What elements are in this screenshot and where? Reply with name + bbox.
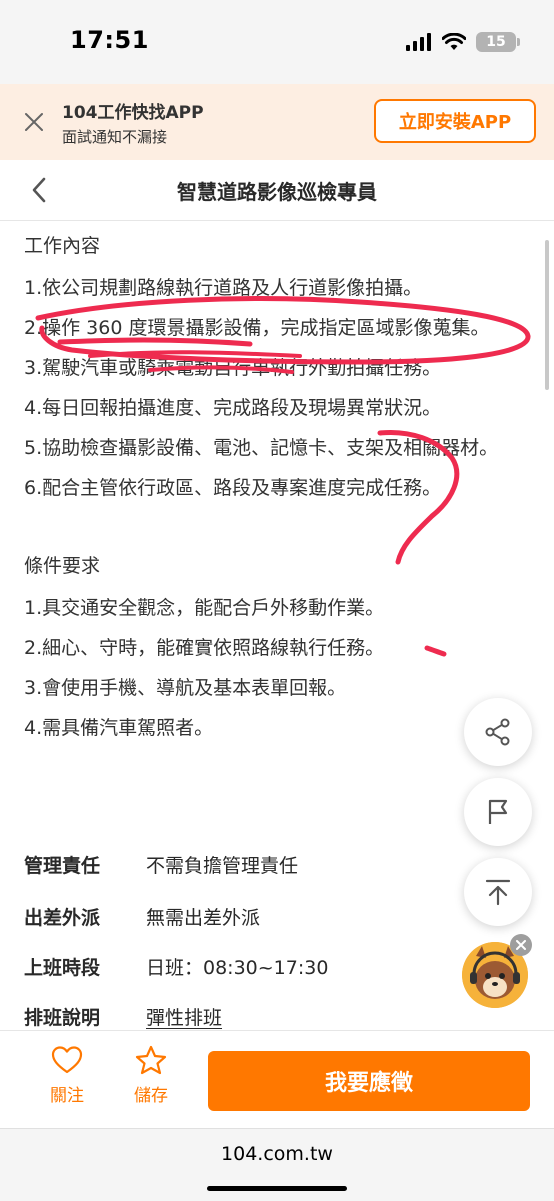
- banner-title: 104工作快找APP: [62, 103, 204, 123]
- job-content-item: 1.依公司規劃路線執行道路及人行道影像拍攝。: [24, 277, 423, 299]
- arrow-up-icon: [485, 879, 511, 906]
- detail-label: 排班說明: [24, 1006, 101, 1029]
- follow-button[interactable]: 關注: [37, 1045, 97, 1106]
- schedule-link[interactable]: 彈性排班: [146, 1003, 222, 1030]
- status-bar: 17:51 15: [0, 0, 554, 84]
- signal-icon: [406, 33, 431, 51]
- requirement-item: 1.具交通安全觀念，能配合戶外移動作業。: [24, 597, 385, 619]
- mascot-close-button[interactable]: [510, 934, 532, 956]
- close-icon[interactable]: [22, 110, 46, 134]
- detail-row-management: 管理責任 不需負擔管理責任: [24, 844, 298, 884]
- requirement-item: 4.需具備汽車駕照者。: [24, 717, 214, 739]
- job-content-item: 3.駕駛汽車或騎乘電動自行車執行外勤拍攝任務。: [24, 357, 442, 379]
- job-content-item: 2.操作 360 度環景攝影設備，完成指定區域影像蒐集。: [24, 317, 490, 339]
- app-install-banner: 104工作快找APP 面試通知不漏接 立即安裝APP: [0, 84, 554, 160]
- scroll-top-button[interactable]: [464, 858, 532, 926]
- detail-value: 不需負擔管理責任: [146, 854, 299, 877]
- detail-value: 日班：08:30~17:30: [146, 956, 329, 979]
- follow-label: 關注: [50, 1086, 84, 1106]
- bottom-action-bar: 關注 儲存 我要應徵: [0, 1030, 554, 1129]
- url-text: 104.com.tw: [221, 1143, 333, 1165]
- requirement-item: 3.會使用手機、導航及基本表單回報。: [24, 677, 347, 699]
- home-indicator: [207, 1186, 347, 1191]
- job-description: 工作內容 1.依公司規劃路線執行道路及人行道影像拍攝。 2.操作 360 度環景…: [24, 230, 520, 748]
- job-content-item: 6.配合主管依行政區、路段及專案進度完成任務。: [24, 477, 442, 499]
- job-content-item: 5.協助檢查攝影設備、電池、記憶卡、支架及相關器材。: [24, 437, 499, 459]
- detail-row-travel: 出差外派 無需出差外派: [24, 896, 260, 936]
- close-icon: [516, 940, 526, 950]
- battery-indicator: 15: [476, 32, 520, 52]
- requirement-item: 2.細心、守時，能確實依照路線執行任務。: [24, 637, 385, 659]
- star-icon: [135, 1045, 167, 1075]
- report-button[interactable]: [464, 778, 532, 846]
- detail-label: 出差外派: [24, 906, 101, 929]
- detail-value: 無需出差外派: [146, 906, 261, 929]
- job-content-item: 4.每日回報拍攝進度、完成路段及現場異常狀況。: [24, 397, 442, 419]
- save-label: 儲存: [134, 1086, 168, 1106]
- flag-icon: [488, 799, 508, 824]
- heart-icon: [51, 1046, 83, 1074]
- page-header: 智慧道路影像巡檢專員: [0, 160, 554, 221]
- status-icons: 15: [406, 30, 520, 54]
- detail-label: 管理責任: [24, 854, 101, 877]
- detail-row-hours: 上班時段 日班：08:30~17:30: [24, 946, 328, 986]
- banner-subtitle: 面試通知不漏接: [62, 128, 168, 146]
- detail-label: 上班時段: [24, 956, 101, 979]
- share-icon: [485, 718, 510, 746]
- save-button[interactable]: 儲存: [121, 1045, 181, 1106]
- job-content-heading: 工作內容: [24, 235, 101, 257]
- install-app-button[interactable]: 立即安裝APP: [374, 99, 536, 143]
- status-time: 17:51: [70, 26, 149, 54]
- apply-button[interactable]: 我要應徵: [208, 1051, 530, 1111]
- page-title: 智慧道路影像巡檢專員: [177, 180, 377, 204]
- wifi-icon: [442, 33, 466, 50]
- scrollbar[interactable]: [545, 240, 549, 390]
- requirements-heading: 條件要求: [24, 555, 101, 577]
- share-button[interactable]: [464, 698, 532, 766]
